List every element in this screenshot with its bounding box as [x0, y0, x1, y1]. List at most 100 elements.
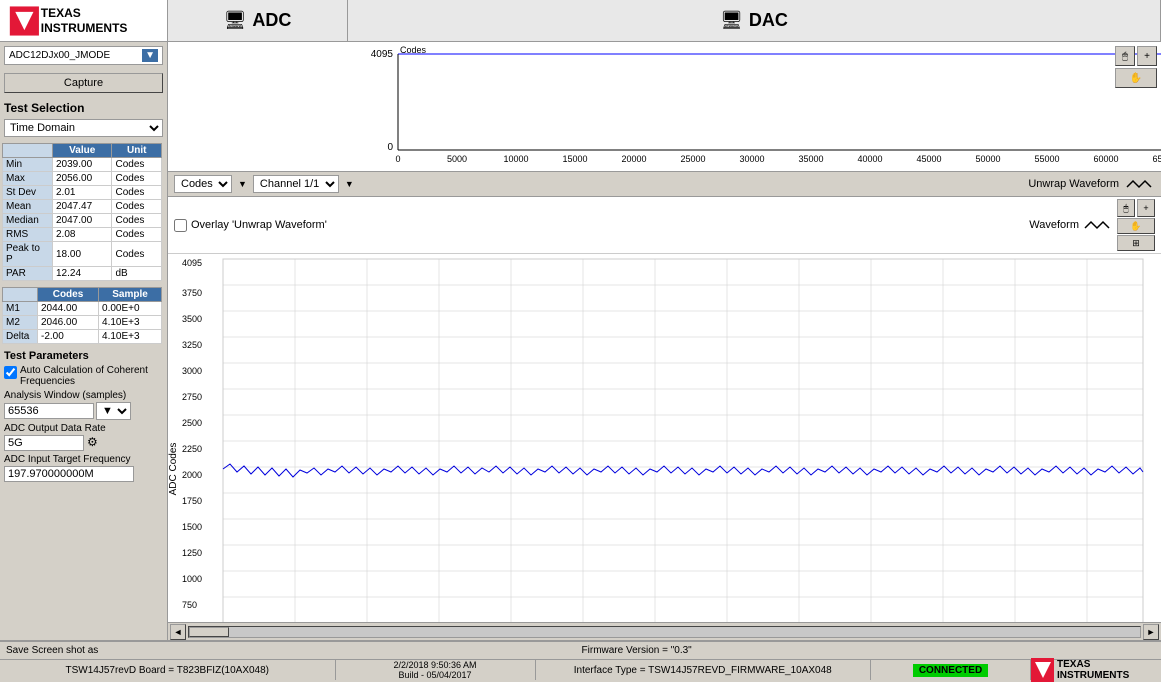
ti-logo-bottom: TEXAS INSTRUMENTS — [1031, 660, 1161, 680]
dac-icon: 🖥 — [720, 10, 743, 31]
analysis-window-row: ▼ — [4, 402, 163, 420]
marker-col-codes: Codes — [38, 288, 99, 302]
analysis-window-input[interactable] — [4, 403, 94, 419]
svg-text:0: 0 — [387, 142, 393, 153]
svg-text:3250: 3250 — [182, 340, 202, 350]
auto-calc-row: Auto Calculation of Coherent Frequencies — [4, 365, 163, 387]
stats-row: St Dev2.01Codes — [3, 186, 162, 200]
test-parameters: Test Parameters Auto Calculation of Cohe… — [4, 350, 163, 484]
bottom-cursor-btn[interactable]: 🖱 — [1117, 199, 1135, 217]
gear-icon[interactable]: ⚙ — [87, 435, 103, 451]
dac-tab-label[interactable]: DAC — [749, 10, 788, 31]
overlay-label: Overlay 'Unwrap Waveform' — [191, 219, 327, 231]
svg-text:5000: 5000 — [447, 154, 467, 164]
scroll-thumb[interactable] — [189, 627, 229, 637]
codes-dropdown-arrow[interactable]: ▼ — [238, 179, 247, 189]
marker-codes: 2044.00 — [38, 302, 99, 316]
main-chart-svg: 4095 3750 3500 3250 3000 2750 2500 2250 … — [168, 254, 1161, 622]
stats-label: PAR — [3, 267, 53, 281]
waveform-icon — [1083, 218, 1113, 232]
interface-section: Interface Type = TSW14J57REVD_FIRMWARE_1… — [536, 660, 872, 680]
bottom-reset-btn[interactable]: ⊞ — [1117, 235, 1155, 251]
svg-text:30000: 30000 — [739, 154, 764, 164]
stats-label: St Dev — [3, 186, 53, 200]
channel-select[interactable]: Channel 1/1 — [253, 175, 339, 193]
datetime-section: 2/2/2018 9:50:36 AM Build - 05/04/2017 — [336, 660, 536, 680]
stats-value: 2.01 — [53, 186, 112, 200]
target-freq-input[interactable] — [4, 466, 134, 482]
stats-unit: Codes — [112, 200, 162, 214]
pan-tool-btn[interactable]: ✋ — [1115, 68, 1157, 88]
target-freq-row — [4, 466, 163, 482]
svg-text:3750: 3750 — [182, 288, 202, 298]
marker-label: M2 — [3, 316, 38, 330]
channel-dropdown-arrow[interactable]: ▼ — [345, 179, 354, 189]
svg-text:2500: 2500 — [182, 418, 202, 428]
main-area: ADC12DJx00_JMODE ▼ Capture Test Selectio… — [0, 42, 1161, 640]
firmware-version: Firmware Version = "0.3" — [118, 645, 1155, 656]
stats-row: Median2047.00Codes — [3, 214, 162, 228]
stats-col-label — [3, 144, 53, 158]
stats-row: RMS2.08Codes — [3, 228, 162, 242]
stats-unit: Codes — [112, 242, 162, 267]
svg-text:10000: 10000 — [503, 154, 528, 164]
bottom-zoomin-btn[interactable]: + — [1137, 199, 1155, 217]
top-chart-toolbar: 🖱 + ✋ — [1115, 46, 1157, 88]
controls-row: Codes ▼ Channel 1/1 ▼ Unwrap Waveform — [168, 172, 1161, 197]
stats-label: Median — [3, 214, 53, 228]
marker-row: M22046.004.10E+3 — [3, 316, 162, 330]
datetime-value: 2/2/2018 9:50:36 AM — [393, 660, 476, 670]
ti-logo-bottom-icon — [1031, 658, 1054, 682]
bottom-pan-btn[interactable]: ✋ — [1117, 218, 1155, 234]
stats-label: Min — [3, 158, 53, 172]
svg-text:1000: 1000 — [182, 574, 202, 584]
ti-name-bottom: TEXAS INSTRUMENTS — [1057, 659, 1161, 681]
stats-row: Mean2047.47Codes — [3, 200, 162, 214]
svg-text:20000: 20000 — [621, 154, 646, 164]
overlay-row: Overlay 'Unwrap Waveform' Waveform 🖱 + ✋… — [168, 197, 1161, 254]
mode-dropdown-arrow[interactable]: ▼ — [142, 49, 158, 62]
scroll-track[interactable] — [188, 626, 1141, 638]
scroll-right-btn[interactable]: ► — [1143, 624, 1159, 640]
adc-tab-label[interactable]: ADC — [252, 10, 291, 31]
time-domain-selector[interactable]: Time Domain — [4, 119, 163, 137]
test-selection-label: Test Selection — [4, 101, 163, 115]
stats-unit: dB — [112, 267, 162, 281]
stats-unit: Codes — [112, 158, 162, 172]
svg-text:3000: 3000 — [182, 366, 202, 376]
time-domain-select[interactable]: Time Domain — [4, 119, 163, 137]
marker-row: Delta-2.004.10E+3 — [3, 330, 162, 344]
svg-text:35000: 35000 — [798, 154, 823, 164]
zoom-in-btn[interactable]: + — [1137, 46, 1157, 66]
analysis-window-label: Analysis Window (samples) — [4, 390, 163, 401]
analysis-window-select[interactable]: ▼ — [96, 402, 131, 420]
cursor-tool-btn[interactable]: 🖱 — [1115, 46, 1135, 66]
interface-info: Interface Type = TSW14J57REVD_FIRMWARE_1… — [574, 665, 832, 676]
codes-select[interactable]: Codes — [174, 175, 232, 193]
stats-col-value: Value — [53, 144, 112, 158]
scroll-left-btn[interactable]: ◄ — [170, 624, 186, 640]
marker-row: M12044.000.00E+0 — [3, 302, 162, 316]
stats-unit: Codes — [112, 172, 162, 186]
overlay-checkbox[interactable] — [174, 219, 187, 232]
data-rate-input[interactable] — [4, 435, 84, 451]
svg-text:0: 0 — [395, 154, 400, 164]
stats-col-unit: Unit — [112, 144, 162, 158]
markers-table: Codes Sample M12044.000.00E+0M22046.004.… — [2, 287, 162, 344]
unwrap-icon — [1125, 177, 1155, 191]
stats-value: 18.00 — [53, 242, 112, 267]
auto-calc-label: Auto Calculation of Coherent Frequencies — [20, 365, 163, 387]
svg-text:2750: 2750 — [182, 392, 202, 402]
stats-label: RMS — [3, 228, 53, 242]
capture-button[interactable]: Capture — [4, 73, 163, 93]
stats-label: Mean — [3, 200, 53, 214]
status-bar: Save Screen shot as Firmware Version = "… — [0, 640, 1161, 680]
svg-text:Codes: Codes — [400, 45, 427, 55]
auto-calc-checkbox[interactable] — [4, 366, 17, 379]
marker-col-label — [3, 288, 38, 302]
left-panel: ADC12DJx00_JMODE ▼ Capture Test Selectio… — [0, 42, 168, 640]
svg-text:ADC Codes: ADC Codes — [168, 443, 179, 496]
app-header: TEXAS INSTRUMENTS 🖥 ADC 🖥 DAC — [0, 0, 1161, 42]
mode-selector[interactable]: ADC12DJx00_JMODE ▼ — [4, 46, 163, 65]
svg-text:40000: 40000 — [857, 154, 882, 164]
